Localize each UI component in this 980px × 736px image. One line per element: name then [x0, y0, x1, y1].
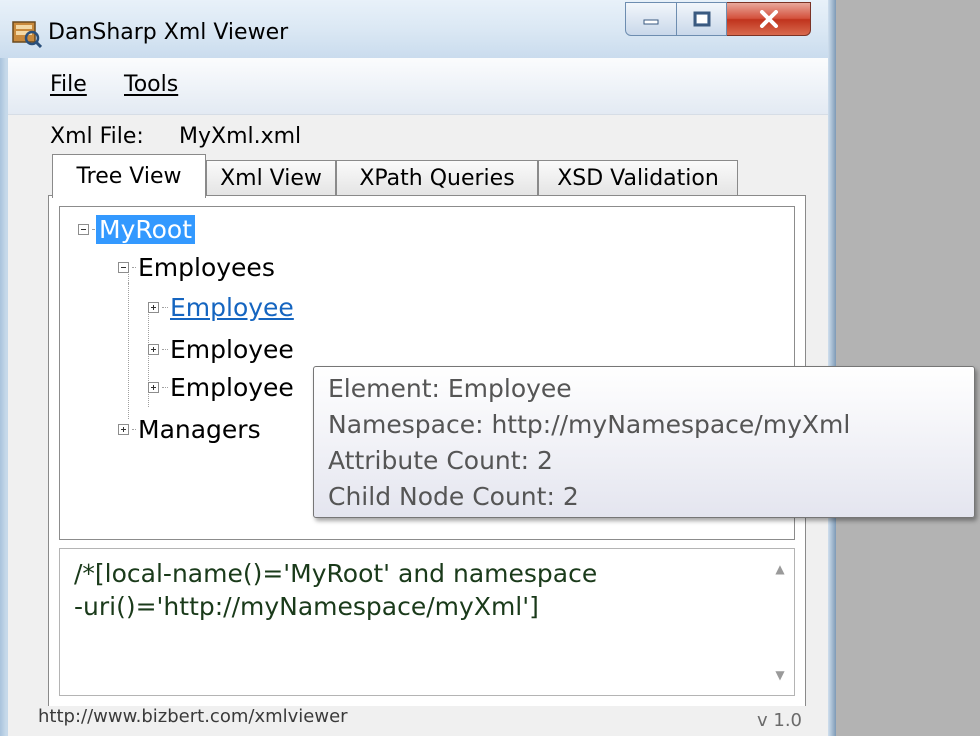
xml-file-label: Xml File:	[50, 124, 144, 149]
close-icon	[759, 10, 778, 28]
tree-connector	[132, 428, 136, 430]
menu-file[interactable]: File	[50, 72, 87, 97]
collapse-icon[interactable]	[78, 223, 89, 235]
minimize-button[interactable]	[625, 2, 677, 36]
tooltip-child-count: Child Node Count: 2	[328, 482, 579, 511]
tree-connector	[132, 266, 136, 268]
tree-node-label: Employees	[138, 252, 275, 282]
menu-tools[interactable]: Tools	[124, 72, 178, 97]
query-scrollbar[interactable]: ▲ ▼	[768, 551, 792, 693]
collapse-icon[interactable]	[118, 261, 129, 273]
expand-icon[interactable]	[148, 381, 159, 393]
title-bar[interactable]: DanSharp Xml Viewer	[0, 0, 828, 58]
status-bar: http://www.bizbert.com/xmlviewer v 1.0	[8, 706, 828, 736]
app-icon	[12, 21, 42, 48]
tree-connector	[128, 283, 129, 419]
tree-connector	[162, 386, 168, 388]
tree-node-root[interactable]: MyRoot	[78, 211, 196, 247]
menu-bar: File Tools	[8, 58, 828, 115]
node-tooltip: Element: Employee Namespace: http://myNa…	[313, 366, 975, 518]
tree-node-managers[interactable]: Managers	[118, 411, 261, 447]
expand-icon[interactable]	[118, 423, 129, 435]
tree-node-employee[interactable]: Employee	[148, 369, 294, 405]
tooltip-attribute-count: Attribute Count: 2	[328, 446, 553, 475]
expand-icon[interactable]	[148, 301, 159, 313]
maximize-button[interactable]	[677, 2, 727, 36]
status-version: v 1.0	[757, 710, 802, 731]
xml-file-value: MyXml.xml	[179, 124, 302, 149]
xpath-query-textbox[interactable]: /*[local-name()='MyRoot' and namespace -…	[59, 548, 795, 696]
tree-connector	[162, 306, 168, 308]
tree-connector	[162, 348, 168, 350]
tree-node-employee[interactable]: Employee	[148, 289, 294, 325]
window-controls	[625, 2, 811, 36]
maximize-icon	[693, 11, 710, 27]
tree-node-label: Employee	[170, 334, 294, 364]
tree-node-label: MyRoot	[96, 214, 196, 244]
minimize-icon	[643, 19, 659, 25]
tree-node-label: Employee	[170, 292, 294, 322]
tree-node-employees[interactable]: Employees	[118, 249, 275, 285]
tree-connector	[92, 228, 94, 230]
xpath-query-text[interactable]: /*[local-name()='MyRoot' and namespace -…	[74, 557, 744, 623]
tooltip-namespace: Namespace: http://myNamespace/myXml	[328, 410, 851, 439]
scroll-down-icon[interactable]: ▼	[768, 663, 792, 687]
tree-node-employee[interactable]: Employee	[148, 331, 294, 367]
expand-icon[interactable]	[148, 343, 159, 355]
tab-xpath-queries[interactable]: XPath Queries	[336, 160, 538, 196]
tab-xsd-validation[interactable]: XSD Validation	[538, 160, 738, 196]
tree-node-label: Managers	[138, 414, 261, 444]
tab-tree-view[interactable]: Tree View	[52, 154, 206, 198]
close-button[interactable]	[727, 2, 811, 36]
tooltip-element: Element: Employee	[328, 374, 572, 403]
tree-node-label: Employee	[170, 372, 294, 402]
status-url[interactable]: http://www.bizbert.com/xmlviewer	[38, 706, 348, 727]
scroll-up-icon[interactable]: ▲	[768, 557, 792, 581]
tab-xml-view[interactable]: Xml View	[206, 160, 336, 196]
window-title: DanSharp Xml Viewer	[48, 20, 289, 45]
